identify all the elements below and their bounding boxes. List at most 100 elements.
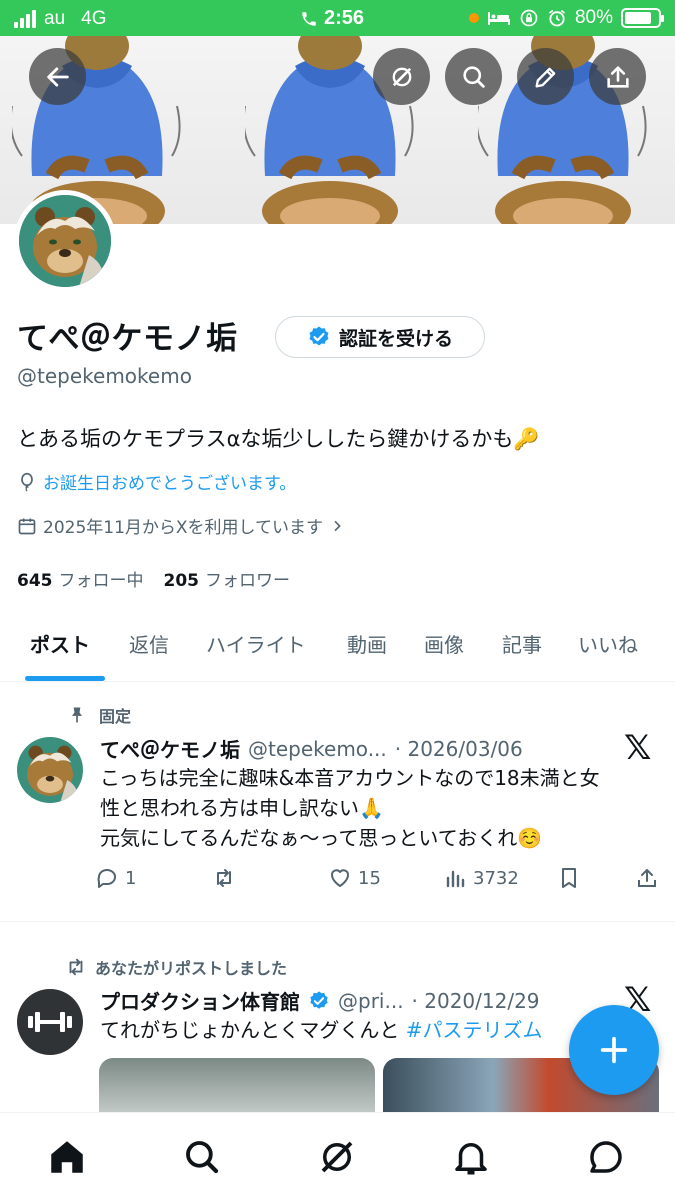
search-icon [186, 1141, 219, 1174]
battery-icon [621, 8, 664, 28]
tab-likes[interactable]: いいね [578, 629, 638, 658]
display-name: てぺ＠ケモノ垢 [17, 321, 238, 357]
compose-post-button[interactable] [569, 1005, 659, 1095]
post-author-name[interactable]: てぺ＠ケモノ垢 [100, 734, 240, 763]
mic-indicator-dot [468, 13, 479, 23]
verified-badge-icon [309, 326, 329, 346]
plus-icon [600, 1036, 628, 1064]
followers-count: 205 [163, 571, 200, 591]
share-icon [606, 65, 629, 88]
pin-icon [72, 707, 82, 723]
tab-posts[interactable]: ポスト [30, 629, 90, 658]
post-author-name[interactable]: プロダクション体育館 [100, 986, 300, 1015]
edit-profile-button[interactable] [517, 48, 574, 105]
views-icon [446, 870, 465, 888]
x-logo-icon[interactable]: 𝕏 [624, 728, 651, 768]
share-button[interactable] [589, 48, 646, 105]
post-date: · 2020/12/29 [411, 988, 540, 1013]
grok-button[interactable] [373, 48, 430, 105]
carrier-label: au [44, 8, 66, 29]
post-divider [0, 921, 675, 922]
home-icon [51, 1141, 83, 1173]
post-body: こっちは完全に趣味&本音アカウントなので18未満と女 性と思われる方は申し訳ない… [100, 763, 600, 853]
profile-avatar[interactable] [14, 190, 116, 292]
followers-link[interactable]: 205 フォロワー [164, 566, 291, 591]
following-label: フォロー中 [58, 571, 144, 591]
bookmark-icon [562, 868, 576, 888]
post-hashtag[interactable]: #パステリズム [406, 1018, 543, 1042]
reply-button[interactable]: 1 [95, 866, 136, 890]
post-header: プロダクション体育館 @pri... · 2020/12/29 [100, 986, 540, 1015]
grok-icon [392, 67, 411, 86]
back-arrow-icon [46, 66, 69, 87]
sleep-bed-icon [487, 12, 510, 25]
tab-articles[interactable]: 記事 [502, 629, 542, 658]
post-author-avatar[interactable] [17, 737, 83, 803]
signal-icon [14, 10, 36, 28]
following-link[interactable]: 645 フォロー中 [17, 566, 144, 591]
like-button[interactable]: 15 [328, 866, 381, 890]
bottom-navigation [0, 1112, 675, 1200]
tab-replies[interactable]: 返信 [129, 629, 169, 658]
edit-pencil-icon [535, 67, 555, 88]
birthday-line[interactable]: お誕生日おめでとうございます。 [17, 469, 296, 494]
post-body: てれがちじょかんとくマグくんと #パステリズム [100, 1015, 570, 1045]
post-author-handle: @tepekemo... [248, 736, 387, 761]
like-count: 15 [358, 867, 381, 889]
rotation-lock-icon [520, 9, 538, 27]
profile-handle: @tepekemokemo [17, 364, 192, 388]
profile-bio: とある垢のケモプラスαな垢少ししたら鍵かけるかも🔑 [17, 427, 540, 451]
alarm-icon [548, 9, 565, 27]
repost-context: あなたがリポストしました [65, 955, 287, 979]
repost-button[interactable] [212, 866, 236, 890]
views-button[interactable]: 3732 [443, 866, 519, 890]
profile-banner[interactable] [0, 36, 675, 224]
tab-highlights[interactable]: ハイライト [206, 629, 306, 658]
battery-percent: 80% [574, 7, 613, 28]
tab-images[interactable]: 画像 [424, 629, 464, 658]
avatar-bear-image [19, 195, 111, 287]
post-body-line: こっちは完全に趣味&本音アカウントなので18未満と女 [100, 766, 600, 790]
nav-grok[interactable] [313, 1133, 361, 1181]
reply-count: 1 [125, 867, 137, 889]
get-verified-label: 認証を受ける [338, 327, 453, 350]
dumbbell-icon [28, 1012, 72, 1032]
post-body-text: てれがちじょかんとくマグくんと [100, 1018, 400, 1042]
reply-icon [97, 869, 116, 888]
birthday-text[interactable]: お誕生日おめでとうございます。 [43, 469, 296, 494]
view-count: 3732 [473, 867, 519, 889]
nav-notifications[interactable] [447, 1133, 495, 1181]
nav-search[interactable] [178, 1133, 226, 1181]
nav-home[interactable] [43, 1133, 91, 1181]
post-body-line: 性と思われる方は申し訳ない🙏 [100, 796, 384, 820]
notifications-icon [455, 1143, 487, 1175]
messages-icon [590, 1141, 622, 1173]
share-icon [638, 869, 656, 887]
tab-videos[interactable]: 動画 [347, 629, 387, 658]
joined-text: 2025年11月からXを利用しています [43, 518, 324, 538]
post-author-avatar[interactable] [17, 989, 83, 1055]
pinned-text: 固定 [99, 707, 132, 726]
repost-icon [69, 958, 83, 976]
verified-badge-icon [310, 990, 328, 1009]
avatar-bear-image [17, 737, 83, 803]
phone-icon [302, 11, 316, 26]
bookmark-button[interactable] [557, 866, 581, 890]
repost-context-text: あなたがリポストしました [95, 959, 288, 978]
back-button[interactable] [29, 48, 86, 105]
network-label: 4G [81, 8, 107, 29]
share-post-button[interactable] [635, 866, 659, 890]
grok-icon [321, 1141, 353, 1173]
joined-line[interactable]: 2025年11月からXを利用しています [17, 513, 345, 538]
profile-tabs: ポスト 返信 ハイライト 動画 画像 記事 いいね [0, 612, 675, 682]
search-icon [462, 65, 485, 88]
follow-stats: 645 フォロー中 205 フォロワー [17, 566, 290, 591]
nav-messages[interactable] [582, 1133, 630, 1181]
search-button[interactable] [445, 48, 502, 105]
post-actions: 1 15 3732 [95, 866, 665, 898]
post-header: てぺ＠ケモノ垢 @tepekemo... · 2026/03/06 [100, 734, 523, 763]
get-verified-button[interactable]: 認証を受ける [275, 316, 485, 358]
status-bar: au 4G 2:56 80% [0, 0, 675, 36]
post-author-handle: @pri... [338, 988, 404, 1013]
post-media-image[interactable] [99, 1058, 375, 1118]
